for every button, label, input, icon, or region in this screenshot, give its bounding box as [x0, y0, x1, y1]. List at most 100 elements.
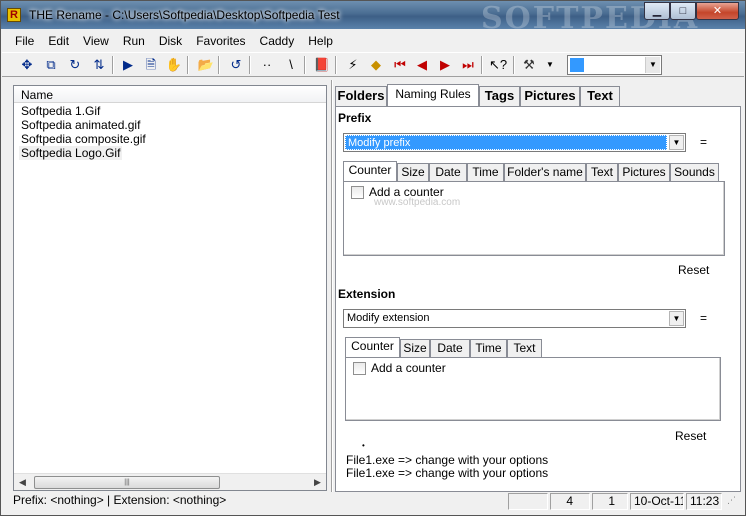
tab-extension-text[interactable]: Text	[507, 339, 542, 358]
tab-extension-counter[interactable]: Counter	[345, 337, 400, 358]
tools-icon[interactable]: ⚒	[520, 56, 538, 74]
tab-prefix-pictures[interactable]: Pictures	[618, 163, 670, 182]
prefix-equals: =	[700, 135, 708, 149]
copy-icon[interactable]: ⧉	[42, 56, 60, 74]
tools-dropdown-icon[interactable]: ▼	[541, 56, 559, 74]
extension-reset-button[interactable]: Reset	[675, 429, 706, 443]
menu-caddy[interactable]: Caddy	[253, 34, 302, 48]
prefix-add-counter-checkbox[interactable]	[351, 186, 364, 199]
extension-add-counter-label[interactable]: Add a counter	[371, 361, 446, 375]
extension-combo-value: Modify extension	[347, 312, 430, 324]
scroll-right-icon[interactable]: ▶	[309, 474, 326, 490]
prefix-reset-button[interactable]: Reset	[678, 263, 709, 277]
chevron-down-icon[interactable]: ▼	[669, 311, 684, 326]
naming-rules-panel: Prefix Modify prefix ▼ = Counter Size Da…	[335, 106, 741, 492]
tab-prefix-size[interactable]: Size	[397, 163, 429, 182]
hand-icon[interactable]: ✋	[165, 56, 183, 74]
help-pointer-icon[interactable]: ↖?	[489, 56, 507, 74]
extension-counter-panel: Add a counter	[345, 357, 721, 421]
horizontal-scrollbar[interactable]: ◀ ||| ▶	[14, 473, 326, 490]
minimize-button[interactable]: ▁	[644, 2, 670, 20]
scroll-left-icon[interactable]: ◀	[14, 474, 31, 490]
prefix-title: Prefix	[338, 111, 372, 125]
extension-equals: =	[700, 311, 708, 325]
next-icon[interactable]: ▶	[436, 56, 454, 74]
tab-extension-size[interactable]: Size	[400, 339, 430, 358]
prefix-counter-panel: Add a counter www.softpedia.com	[343, 181, 725, 256]
list-item[interactable]: Softpedia composite.gif	[19, 132, 148, 146]
tab-prefix-sounds[interactable]: Sounds	[670, 163, 719, 182]
title-bar[interactable]: R THE Rename - C:\Users\Softpedia\Deskto…	[1, 1, 745, 36]
list-item[interactable]: Softpedia animated.gif	[19, 118, 142, 132]
menu-view[interactable]: View	[76, 34, 116, 48]
toolbar-separator	[218, 56, 220, 74]
status-file-count: 4	[550, 493, 590, 510]
app-icon[interactable]: R	[7, 8, 21, 22]
preview-line-2: File1.exe => change with your options	[346, 466, 549, 480]
toggle-icon[interactable]: ⇅	[90, 56, 108, 74]
app-window: R THE Rename - C:\Users\Softpedia\Deskto…	[0, 0, 746, 516]
maximize-button[interactable]: □	[670, 2, 696, 20]
resize-grip-icon[interactable]: ⋰	[724, 493, 742, 510]
tab-pictures[interactable]: Pictures	[520, 86, 580, 106]
tab-extension-date[interactable]: Date	[430, 339, 470, 358]
dots-icon[interactable]: ··	[258, 56, 276, 74]
menu-help[interactable]: Help	[301, 34, 340, 48]
toolbar-separator	[304, 56, 306, 74]
tab-tags[interactable]: Tags	[479, 86, 520, 106]
pane-splitter[interactable]	[331, 80, 333, 492]
toolbar-separator	[481, 56, 483, 74]
window-title: THE Rename - C:\Users\Softpedia\Desktop\…	[29, 8, 340, 22]
tab-prefix-time[interactable]: Time	[467, 163, 504, 182]
column-header-name[interactable]: Name	[14, 86, 326, 103]
prev-icon[interactable]: ◀	[413, 56, 431, 74]
book-icon[interactable]: 📕	[313, 56, 331, 74]
chevron-down-icon[interactable]: ▼	[645, 57, 660, 73]
tab-naming-rules[interactable]: Naming Rules	[387, 84, 479, 107]
list-item[interactable]: Softpedia 1.Gif	[19, 104, 102, 118]
extension-add-counter-checkbox[interactable]	[353, 362, 366, 375]
toolbar-combo[interactable]: ▼	[567, 55, 662, 75]
toolbar: ✥ ⧉ ↻ ⇅ ▶ 🗎 ✋ 📂 ↺ ·· \ 📕 ⚡ ◆ ⏮ ◀ ▶ ⏭ ↖? …	[2, 52, 744, 77]
last-icon[interactable]: ⏭	[459, 56, 477, 74]
menu-run[interactable]: Run	[116, 34, 152, 48]
undo-icon[interactable]: ↺	[227, 56, 245, 74]
file-list[interactable]: Name Softpedia 1.Gif Softpedia animated.…	[13, 85, 327, 491]
chevron-down-icon[interactable]: ▼	[669, 135, 684, 150]
menu-favorites[interactable]: Favorites	[189, 34, 252, 48]
toolbar-separator	[112, 56, 114, 74]
extension-combo[interactable]: Modify extension ▼	[343, 309, 686, 328]
first-icon[interactable]: ⏮	[391, 56, 409, 74]
extension-title: Extension	[338, 287, 396, 301]
wand-icon[interactable]: ⚡	[344, 56, 362, 74]
tab-text[interactable]: Text	[580, 86, 620, 106]
menu-disk[interactable]: Disk	[152, 34, 189, 48]
tab-folders[interactable]: Folders	[335, 86, 387, 106]
prefix-combo[interactable]: Modify prefix ▼	[343, 133, 686, 152]
status-selected-count: 1	[592, 493, 628, 510]
tab-extension-time[interactable]: Time	[470, 339, 507, 358]
list-item[interactable]: Softpedia Logo.Gif	[19, 146, 123, 160]
preview-icon[interactable]: 🗎	[142, 56, 160, 74]
menu-file[interactable]: File	[8, 34, 41, 48]
tab-prefix-folders-name[interactable]: Folder's name	[504, 163, 586, 182]
menu-bar: File Edit View Run Disk Favorites Caddy …	[2, 30, 744, 52]
preview-line-1: File1.exe => change with your options	[346, 453, 549, 467]
tab-prefix-date[interactable]: Date	[429, 163, 467, 182]
play-icon[interactable]: ▶	[119, 56, 137, 74]
menu-edit[interactable]: Edit	[41, 34, 76, 48]
status-time: 11:23	[686, 493, 722, 510]
status-rules-summary: Prefix: <nothing> | Extension: <nothing>	[13, 493, 227, 507]
move-icon[interactable]: ✥	[18, 56, 36, 74]
tab-prefix-text[interactable]: Text	[586, 163, 618, 182]
tab-prefix-counter[interactable]: Counter	[343, 161, 397, 182]
close-button[interactable]: ✕	[696, 2, 739, 20]
open-folder-icon[interactable]: 📂	[197, 56, 215, 74]
eraser-icon[interactable]: ◆	[367, 56, 385, 74]
preview-dot: •	[362, 441, 365, 450]
refresh-icon[interactable]: ↻	[66, 56, 84, 74]
scroll-thumb[interactable]: |||	[34, 476, 220, 489]
toolbar-separator	[249, 56, 251, 74]
backslash-icon[interactable]: \	[282, 56, 300, 74]
status-bar: Prefix: <nothing> | Extension: <nothing>…	[2, 492, 744, 512]
